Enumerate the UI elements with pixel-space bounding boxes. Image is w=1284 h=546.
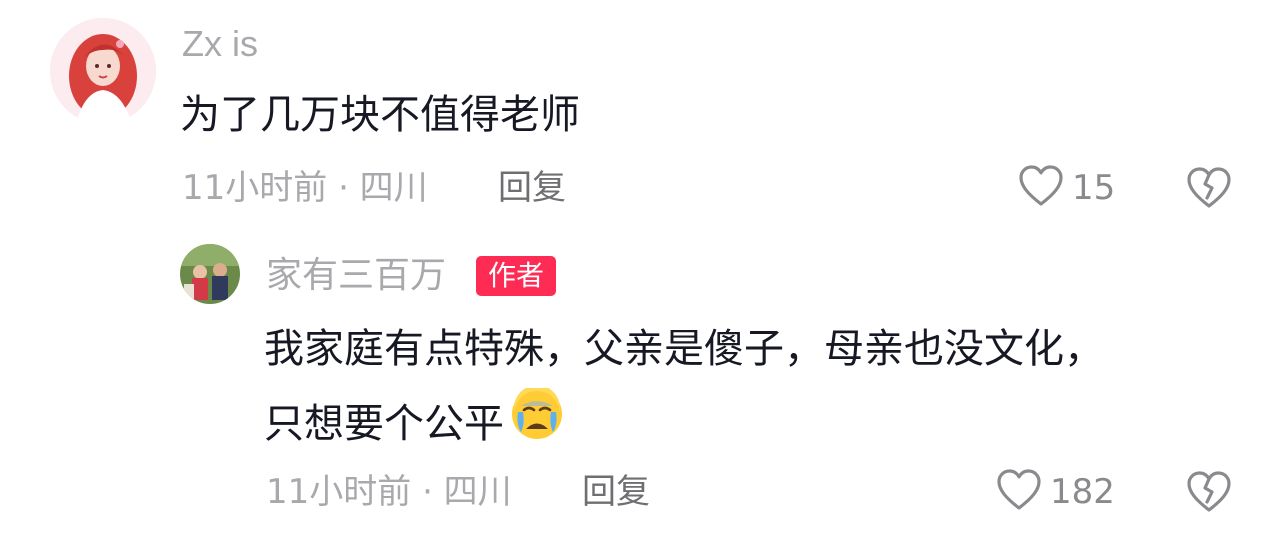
crying-face-emoji bbox=[508, 385, 566, 456]
reply-username[interactable]: 家有三百万 bbox=[266, 254, 446, 298]
comment-text: 为了几万块不值得老师 bbox=[180, 92, 580, 138]
reply-author-avatar[interactable] bbox=[180, 244, 240, 304]
reply-time-location: 11小时前 · 四川 bbox=[266, 472, 512, 512]
commenter-avatar[interactable] bbox=[50, 18, 156, 124]
reply-like-button[interactable]: 182 bbox=[996, 468, 1115, 516]
heart-outline-icon bbox=[1018, 164, 1064, 212]
reply-reply-button[interactable]: 回复 bbox=[582, 470, 650, 514]
heart-outline-icon bbox=[996, 468, 1042, 516]
reply-text-line-2-label: 只想要个公平 bbox=[264, 401, 504, 447]
comment-reply-button[interactable]: 回复 bbox=[498, 166, 566, 210]
comment-dislike-button[interactable] bbox=[1186, 166, 1232, 214]
author-badge: 作者 bbox=[476, 256, 557, 296]
comment-time-location: 11小时前 · 四川 bbox=[182, 168, 428, 208]
broken-heart-icon bbox=[1186, 471, 1232, 518]
commenter-username[interactable]: Zx is bbox=[182, 22, 258, 66]
comment-like-count: 15 bbox=[1072, 168, 1116, 208]
reply-text-line-1: 我家庭有点特殊，父亲是傻子，母亲也没文化， bbox=[264, 326, 1104, 372]
broken-heart-icon bbox=[1186, 167, 1232, 214]
comment-like-button[interactable]: 15 bbox=[1018, 164, 1115, 212]
reply-text-line-2: 只想要个公平 bbox=[264, 385, 566, 460]
reply-dislike-button[interactable] bbox=[1186, 470, 1232, 518]
reply-like-count: 182 bbox=[1050, 472, 1115, 512]
